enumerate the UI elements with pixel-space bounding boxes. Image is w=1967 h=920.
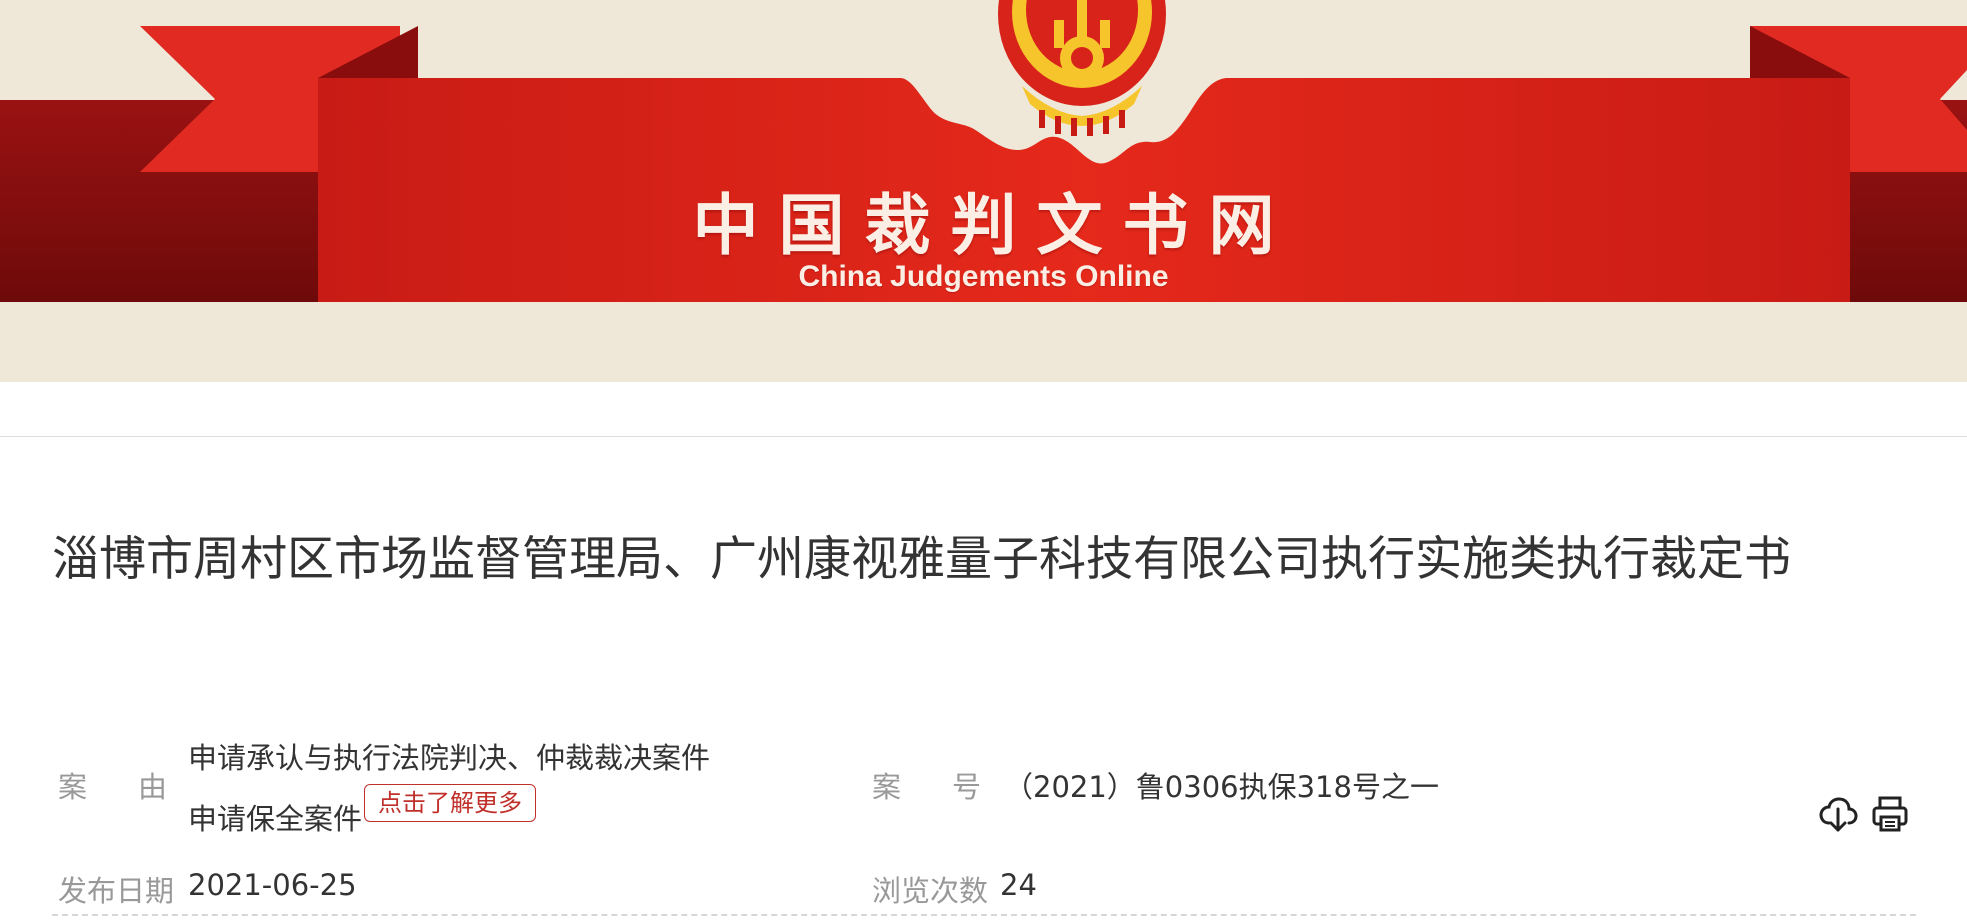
site-banner: 中国裁判文书网 China Judgements Online xyxy=(0,0,1967,382)
learn-more-button[interactable]: 点击了解更多 xyxy=(364,784,536,822)
divider xyxy=(0,436,1967,437)
meta-divider xyxy=(52,914,1916,916)
print-button[interactable] xyxy=(1870,794,1910,834)
cloud-download-icon xyxy=(1819,797,1858,832)
document-title: 淄博市周村区市场监督管理局、广州康视雅量子科技有限公司执行实施类执行裁定书 xyxy=(52,532,1791,587)
view-count-label: 浏览次数 xyxy=(872,874,989,908)
download-button[interactable] xyxy=(1818,794,1858,834)
publish-date-label: 发布日期 xyxy=(58,874,175,908)
view-count: 24 xyxy=(1000,868,1037,902)
case-cause-line-2: 申请保全案件 xyxy=(188,802,363,836)
publish-date: 2021-06-25 xyxy=(188,868,357,902)
site-name-english: China Judgements Online xyxy=(798,260,1169,293)
case-cause-line-1: 申请承认与执行法院判决、仲裁裁决案件 xyxy=(188,741,711,775)
case-number: （2021）鲁0306执保318号之一 xyxy=(1004,770,1439,804)
site-name: 中国裁判文书网 xyxy=(692,187,1295,264)
court-emblem xyxy=(998,0,1166,136)
printer-icon xyxy=(1872,796,1908,832)
